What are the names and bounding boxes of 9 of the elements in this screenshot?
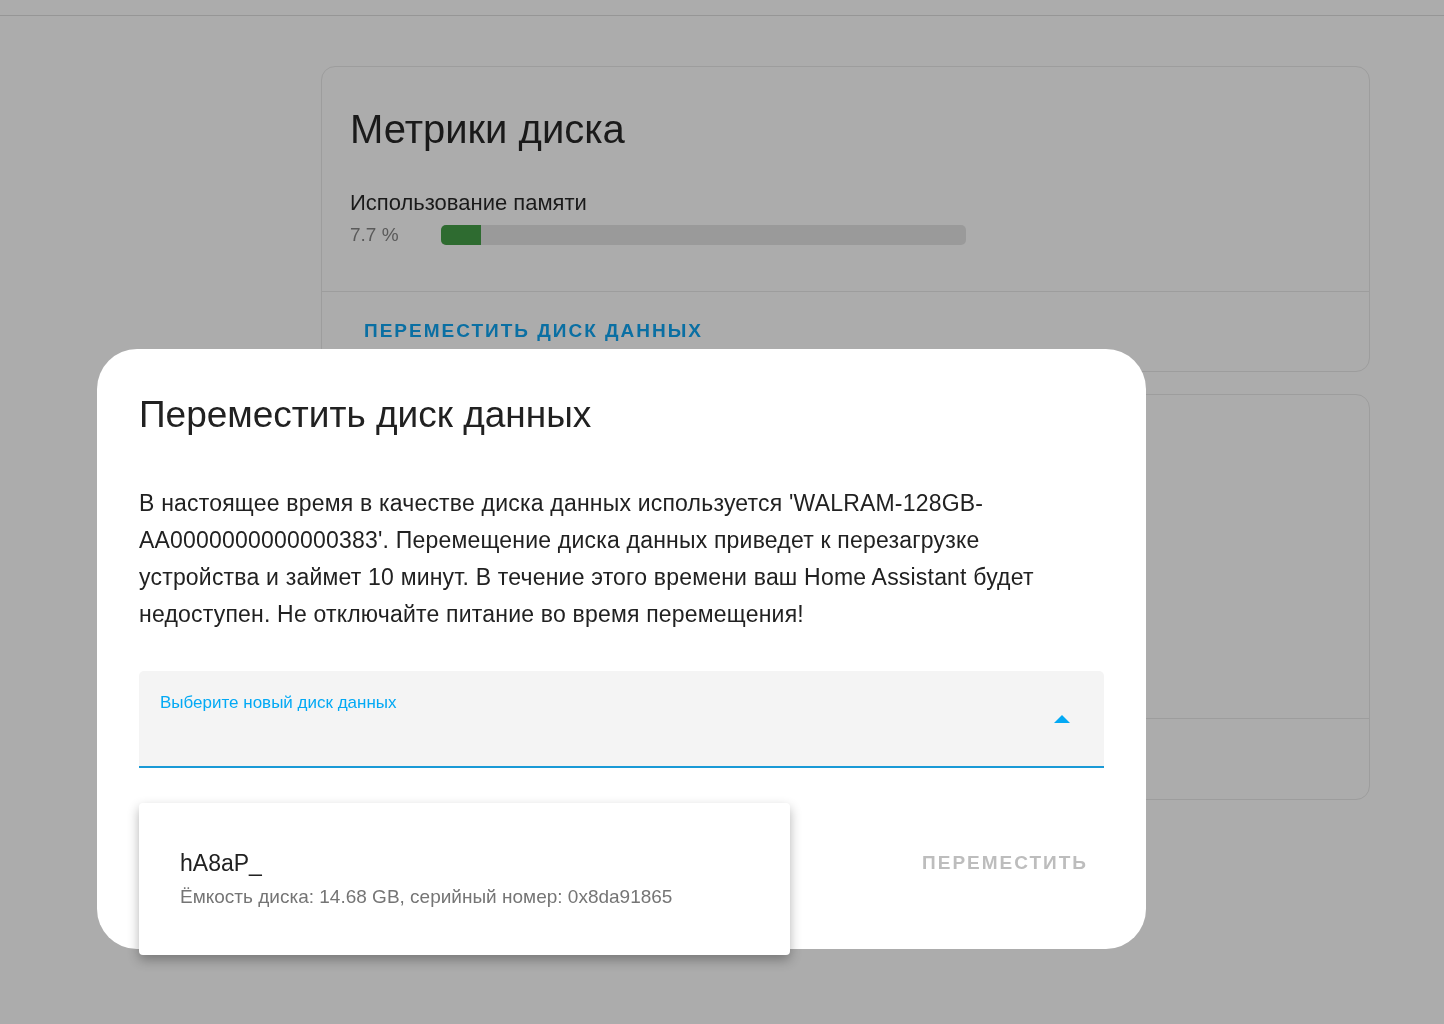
disk-select-field[interactable]: Выберите новый диск данных (139, 671, 1104, 768)
move-data-disk-button[interactable]: ПЕРЕМЕСТИТЬ ДИСК ДАННЫХ (350, 314, 717, 348)
dialog-title: Переместить диск данных (139, 393, 593, 437)
disk-option[interactable]: hA8aP_ Ёмкость диска: 14.68 GB, серийный номер: 0x8da91865 (139, 813, 790, 943)
metric-reading: 7.7 % (350, 224, 400, 246)
dialog-message: В настоящее время в качестве диска данных используется 'WALRAM-128GB-AA0000000000000383'. Перемещение диска данных приведет к перезагрузке устройства и займет 10 минут. В течение этого времени ваш Home Assistant будет недоступен. Не отключайте питание во время перемещения! (139, 489, 1035, 629)
card-title: Метрики диска (349, 106, 626, 153)
caret-icon (1054, 715, 1070, 723)
metric-label: Использование памяти (349, 189, 588, 217)
